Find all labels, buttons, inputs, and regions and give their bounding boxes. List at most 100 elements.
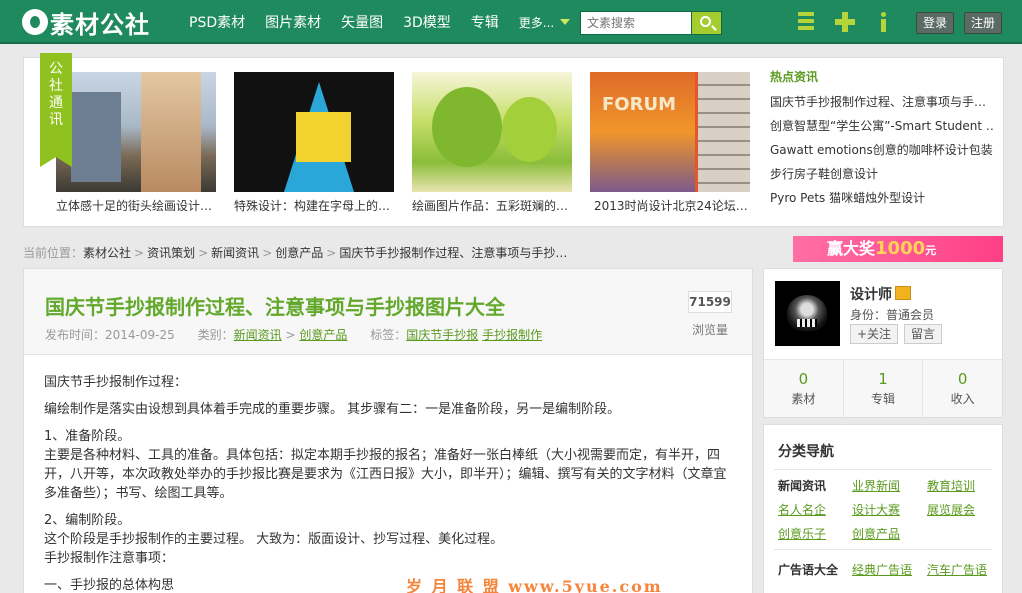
paragraph: 编绘制作是落实由设想到具体着手完成的重要步骤。 其步骤有二：一是准备阶段，另一是…: [44, 402, 621, 417]
news-caption[interactable]: 绘画图片作品：五彩斑斓的…: [412, 197, 572, 214]
breadcrumb-item[interactable]: 新闻资讯: [211, 246, 259, 260]
category-link[interactable]: 创意乐子: [778, 525, 826, 542]
category-link[interactable]: 教育培训: [927, 477, 975, 494]
category-link[interactable]: 创意产品: [299, 328, 347, 342]
stat-number: 0: [957, 370, 968, 388]
news-thumbnail-street-art[interactable]: [56, 72, 216, 192]
news-caption[interactable]: 2013时尚设计北京24论坛…: [594, 197, 754, 214]
site-logo[interactable]: 素材公社: [22, 4, 150, 40]
info-icon[interactable]: [874, 12, 894, 32]
ribbon-char: 社: [49, 78, 63, 94]
nav-images[interactable]: 图片素材: [265, 12, 321, 32]
hot-news-item[interactable]: 步行房子鞋创意设计: [770, 162, 994, 186]
breadcrumb-separator: >: [326, 246, 337, 260]
search-input[interactable]: [580, 11, 691, 35]
breadcrumb-item[interactable]: 素材公社: [83, 246, 131, 260]
hot-news-title: 热点资讯: [770, 70, 819, 84]
plus-icon[interactable]: [835, 12, 855, 32]
author-name[interactable]: 设计师: [850, 287, 892, 303]
category-link[interactable]: 新闻资讯: [234, 328, 282, 342]
author-role: 身份：普通会员: [850, 306, 934, 323]
search-icon: [700, 16, 711, 27]
top-navigation-bar: 素材公社 PSD素材 图片素材 矢量图 3D模型 专辑 更多... 登录 注册: [0, 0, 1022, 44]
category-link[interactable]: 经典广告语: [852, 561, 912, 578]
article-panel: 国庆节手抄报制作过程、注意事项与手抄报图片大全 发布时间：2014-09-25 …: [23, 268, 753, 593]
paragraph: 1、准备阶段。: [44, 429, 131, 444]
stat-number: 0: [798, 370, 809, 388]
news-caption[interactable]: 立体感十足的街头绘画设计…: [56, 197, 216, 214]
chevron-down-icon: [560, 19, 571, 25]
banner-amount: 1000: [875, 238, 926, 259]
category-nav-title: 分类导航: [778, 444, 834, 460]
category-link[interactable]: 汽车广告语: [927, 561, 987, 578]
hot-news-item[interactable]: Pyro Pets 猫咪蜡烛外型设计: [770, 186, 994, 210]
list-icon[interactable]: [798, 12, 818, 32]
role-label: 身份：: [850, 308, 887, 322]
author-stats: 0 素材 1 专辑 0 收入: [764, 359, 1002, 417]
breadcrumb-current: 国庆节手抄报制作过程、注意事项与手抄…: [339, 246, 568, 260]
nav-3d[interactable]: 3D模型: [403, 12, 451, 32]
hot-news-item[interactable]: Gawatt emotions创意的咖啡杯设计包装: [770, 138, 994, 162]
stat-income[interactable]: 0 收入: [923, 360, 1002, 417]
nav-vector[interactable]: 矢量图: [341, 12, 383, 32]
breadcrumb-item[interactable]: 创意产品: [275, 246, 323, 260]
register-button[interactable]: 注册: [964, 12, 1003, 34]
nav-albums[interactable]: 专辑: [471, 12, 499, 32]
author-name-row: 设计师: [850, 284, 911, 304]
ribbon-char: 公: [49, 61, 63, 77]
follow-button[interactable]: +关注: [850, 324, 899, 344]
role-value: 普通会员: [886, 308, 935, 322]
login-button[interactable]: 登录: [916, 12, 955, 34]
tag-link[interactable]: 国庆节手抄报: [406, 328, 478, 342]
article-title: 国庆节手抄报制作过程、注意事项与手抄报图片大全: [45, 295, 505, 319]
breadcrumb-separator: >: [262, 246, 273, 260]
paragraph: 2、编制阶段。: [44, 513, 131, 528]
nav-psd[interactable]: PSD素材: [189, 12, 245, 32]
view-count-label: 浏览量: [691, 323, 728, 337]
hot-news-item[interactable]: 国庆节手抄报制作过程、注意事项与手…: [770, 90, 994, 114]
article-header: 国庆节手抄报制作过程、注意事项与手抄报图片大全 发布时间：2014-09-25 …: [24, 269, 752, 355]
category-link[interactable]: 名人名企: [778, 501, 826, 518]
view-count-number: 71599: [688, 291, 732, 313]
stat-materials[interactable]: 0 素材: [764, 360, 844, 417]
tags-label: 标签：: [370, 328, 407, 342]
category-link[interactable]: 设计大赛: [852, 501, 900, 518]
paragraph: 这个阶段是手抄报制作的主要过程。 大致为：版面设计、抄写过程、美化过程。: [44, 532, 504, 547]
date-label: 发布时间：: [45, 328, 106, 342]
avatar[interactable]: [775, 281, 840, 346]
hot-news-item[interactable]: 创意智慧型“学生公寓”-Smart Student …: [770, 114, 994, 138]
search-button[interactable]: [691, 11, 722, 35]
prize-banner[interactable]: 赢大奖1000元: [793, 236, 1003, 262]
paragraph: 手抄报制作注意事项：: [44, 551, 175, 566]
breadcrumb: 当前位置：素材公社 > 资讯策划 > 新闻资讯 > 创意产品 > 国庆节手抄报制作过程、注意事项…: [23, 244, 567, 261]
category-link[interactable]: 创意产品: [852, 525, 900, 542]
search-box: [580, 11, 722, 35]
news-thumbnail-painting[interactable]: [412, 72, 572, 192]
breadcrumb-separator: >: [134, 246, 145, 260]
view-count: 71599 浏览量: [688, 291, 732, 338]
category-link[interactable]: 业界新闻: [852, 477, 900, 494]
nav-more[interactable]: 更多...: [518, 14, 571, 31]
news-thumbnail-letter-design[interactable]: [234, 72, 394, 192]
stat-albums[interactable]: 1 专辑: [844, 360, 924, 417]
article-meta: 发布时间：2014-09-25 类别：新闻资讯 > 创意产品 标签：国庆节手抄报…: [45, 328, 543, 342]
watermark-text: 岁 月 联 盟 www.5yue.com: [406, 577, 663, 593]
main-nav: PSD素材 图片素材 矢量图 3D模型 专辑 更多...: [189, 0, 571, 44]
news-thumbnail-forum[interactable]: [590, 72, 750, 192]
breadcrumb-separator: >: [198, 246, 209, 260]
news-caption[interactable]: 特殊设计：构建在字母上的…: [234, 197, 394, 214]
article-date: 2014-09-25: [105, 328, 175, 342]
category-heading[interactable]: 广告语大全: [778, 561, 838, 578]
logo-text: 素材公社: [50, 10, 150, 39]
stat-label: 素材: [791, 392, 816, 406]
category-heading[interactable]: 新闻资讯: [778, 477, 826, 494]
tag-link[interactable]: 手抄报制作: [482, 328, 542, 342]
ribbon-char: 讯: [49, 112, 63, 128]
nav-more-label: 更多...: [518, 15, 555, 30]
thumbnail-overlay-text: FORUM: [602, 94, 676, 115]
apple-logo-icon: [22, 9, 48, 35]
category-link[interactable]: 展览展会: [927, 501, 975, 518]
breadcrumb-prefix: 当前位置：: [23, 246, 84, 260]
breadcrumb-item[interactable]: 资讯策划: [147, 246, 195, 260]
message-button[interactable]: 留言: [904, 324, 943, 344]
